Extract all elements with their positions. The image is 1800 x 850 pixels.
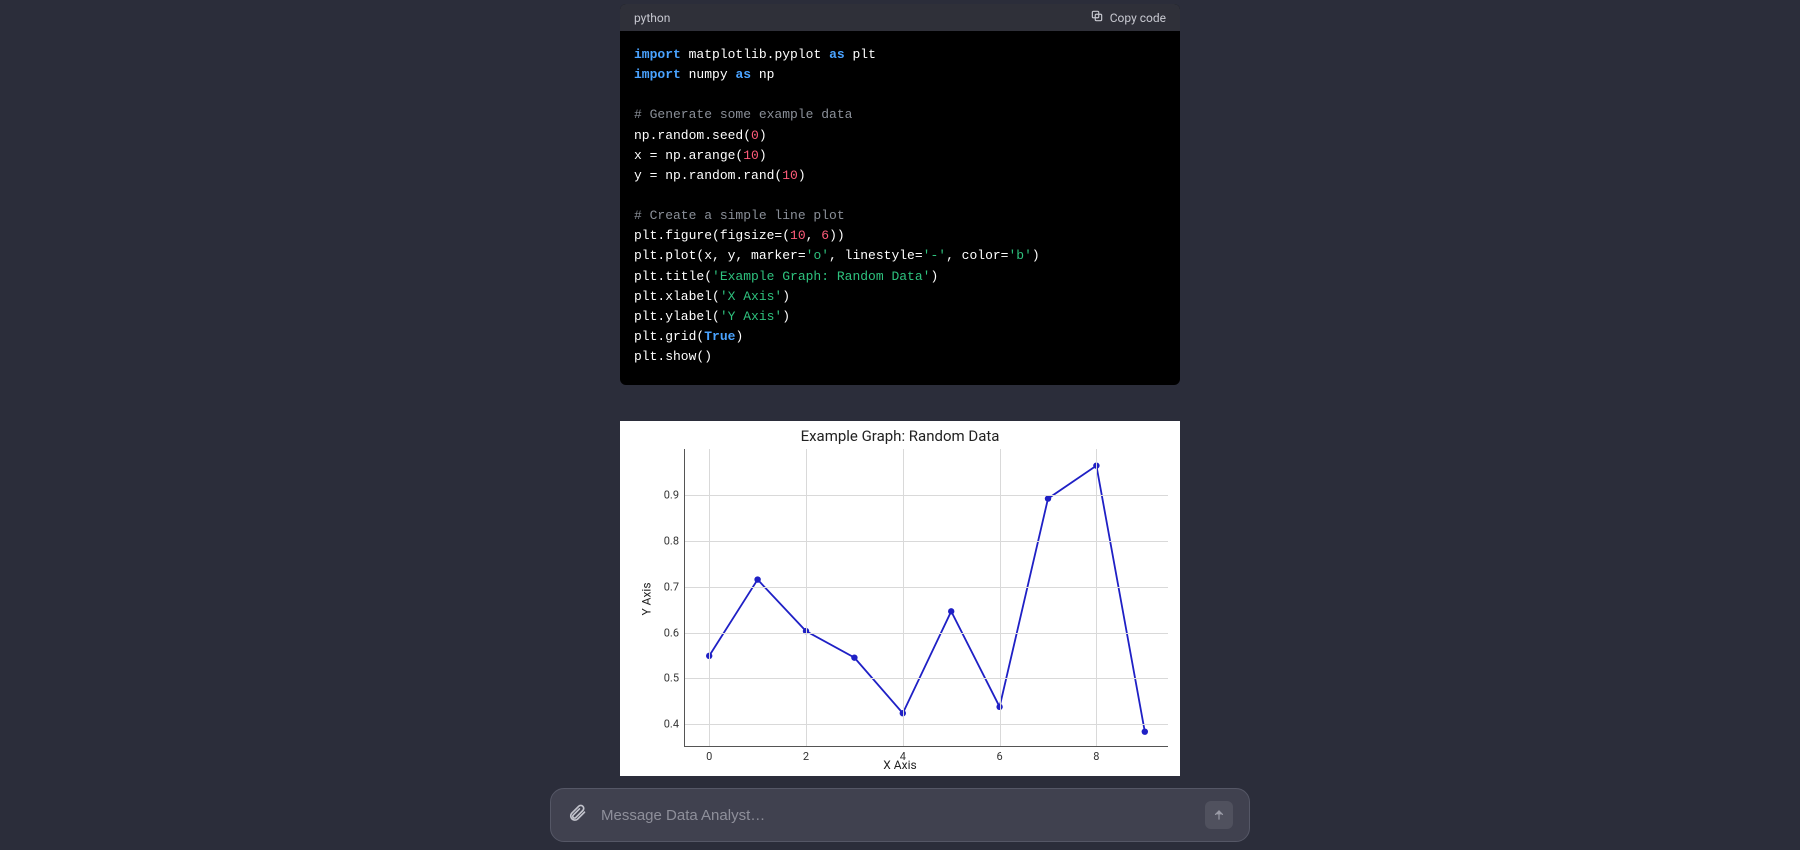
message-composer [550,788,1250,842]
ytick-label: 0.6 [664,626,679,639]
gridline-vertical [709,449,710,746]
message-input[interactable] [601,807,1191,824]
chart-title: Example Graph: Random Data [620,427,1180,445]
gridline-vertical [806,449,807,746]
copy-icon [1090,9,1104,26]
gridline-vertical [1000,449,1001,746]
code-content[interactable]: import matplotlib.pyplot as plt import n… [620,31,1180,385]
chart-xlabel: X Axis [620,758,1180,772]
ytick-label: 0.4 [664,718,679,731]
ytick-label: 0.5 [664,672,679,685]
copy-code-label: Copy code [1110,11,1166,25]
attach-icon[interactable] [567,803,587,827]
code-language-label: python [634,11,670,25]
ytick-label: 0.8 [664,534,679,547]
ytick-label: 0.7 [664,580,679,593]
code-header: python Copy code [620,4,1180,31]
chart-output: Example Graph: Random Data Y Axis 0.40.5… [620,421,1180,776]
chart-ylabel: Y Axis [640,582,654,615]
gridline-vertical [903,449,904,746]
ytick-label: 0.9 [664,489,679,502]
gridline-vertical [1096,449,1097,746]
code-block: python Copy code import matplotlib.pyplo… [620,4,1180,385]
chart-plot-area: 0.40.50.60.70.80.902468 [684,449,1168,747]
send-button[interactable] [1205,801,1233,829]
copy-code-button[interactable]: Copy code [1090,9,1166,26]
